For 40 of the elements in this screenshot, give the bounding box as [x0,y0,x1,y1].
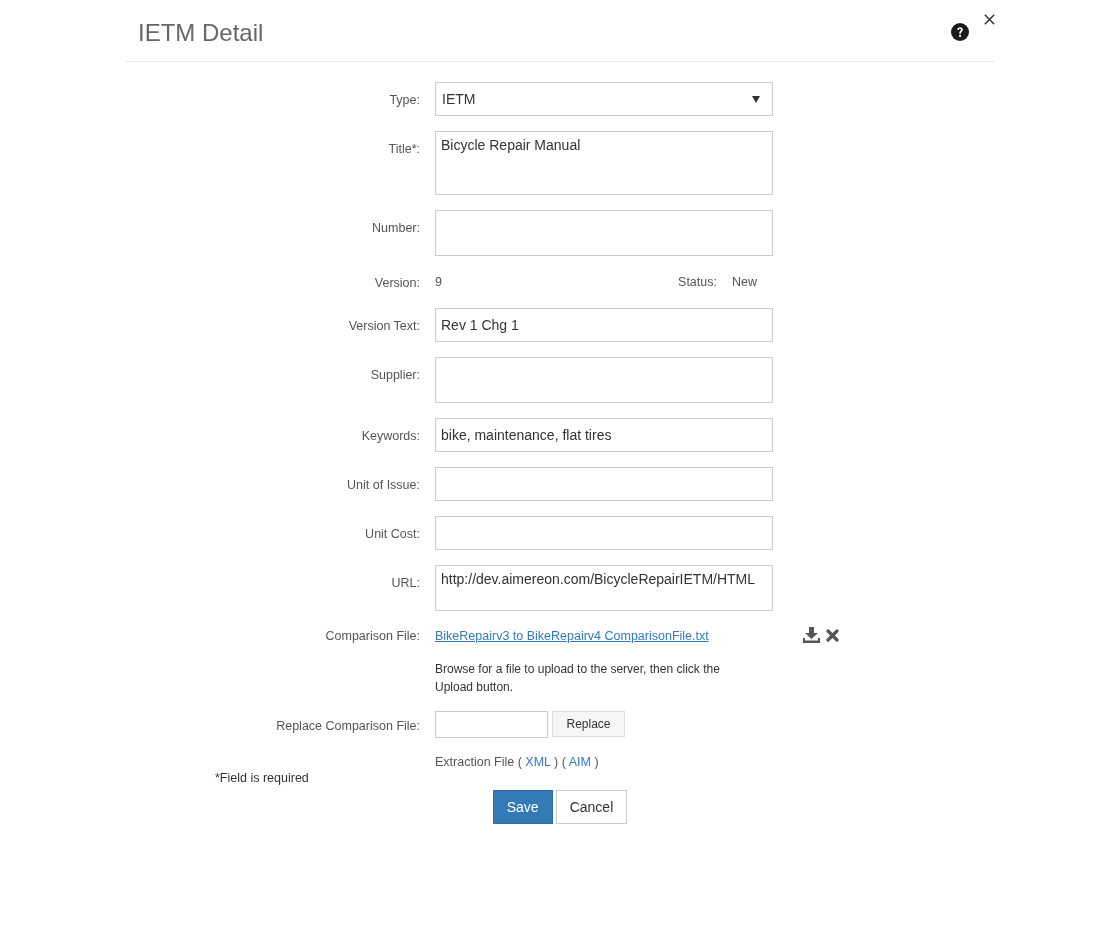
text-area[interactable] [435,210,773,256]
field-label: Unit of Issue: [347,478,420,492]
text-field[interactable]: bike, maintenance, flat tires [435,418,773,452]
required-note: *Field is required [215,771,309,785]
download-icon[interactable] [803,627,820,643]
field-label: Supplier: [370,368,420,382]
version-value: 9 [435,275,442,289]
field-label: Title*: [388,142,420,156]
field-label: Version: [374,275,420,290]
file-field[interactable] [435,711,548,738]
text-field[interactable] [435,516,773,550]
cancel-button[interactable]: Cancel [555,790,628,824]
text-area[interactable]: Bicycle Repair Manual [435,131,773,195]
extraction-file-text: Extraction File ( XML ) ( AIM ) [435,754,599,771]
field-label: Type: [389,93,420,107]
text-field[interactable]: Rev 1 Chg 1 [435,308,773,342]
extraction-link[interactable]: XML [525,755,551,769]
file-link[interactable]: BikeRepairv3 to BikeRepairv4 ComparisonFile.txt [435,629,709,643]
field-label: Version Text: [348,319,420,333]
close-icon[interactable] [984,14,995,25]
field-label: Number: [372,221,420,235]
text-area[interactable] [435,357,773,403]
field-label: Replace Comparison File: [276,719,420,733]
text-area[interactable]: http://dev.aimereon.com/BicycleRepairIETM/HTML [435,565,773,611]
replace-button[interactable]: Replace [552,711,625,737]
caret-icon [752,95,760,103]
field-label: Comparison File: [325,629,420,643]
dropdown[interactable]: IETM [435,82,773,116]
help-text: Browse for a file to upload to the server, then click the Upload button. [435,661,721,696]
remove-icon[interactable] [826,628,839,642]
field-label: Unit Cost: [365,527,420,541]
extraction-link[interactable]: AIM [568,755,591,769]
field-label: Keywords: [361,429,420,443]
help-icon[interactable] [951,22,969,41]
status-value: New [732,275,757,289]
text-field[interactable] [435,467,773,501]
status-label: Status: [678,275,717,289]
dialog-title: IETM Detail [138,19,264,47]
field-label: URL: [391,576,420,590]
save-button[interactable]: Save [492,790,553,824]
